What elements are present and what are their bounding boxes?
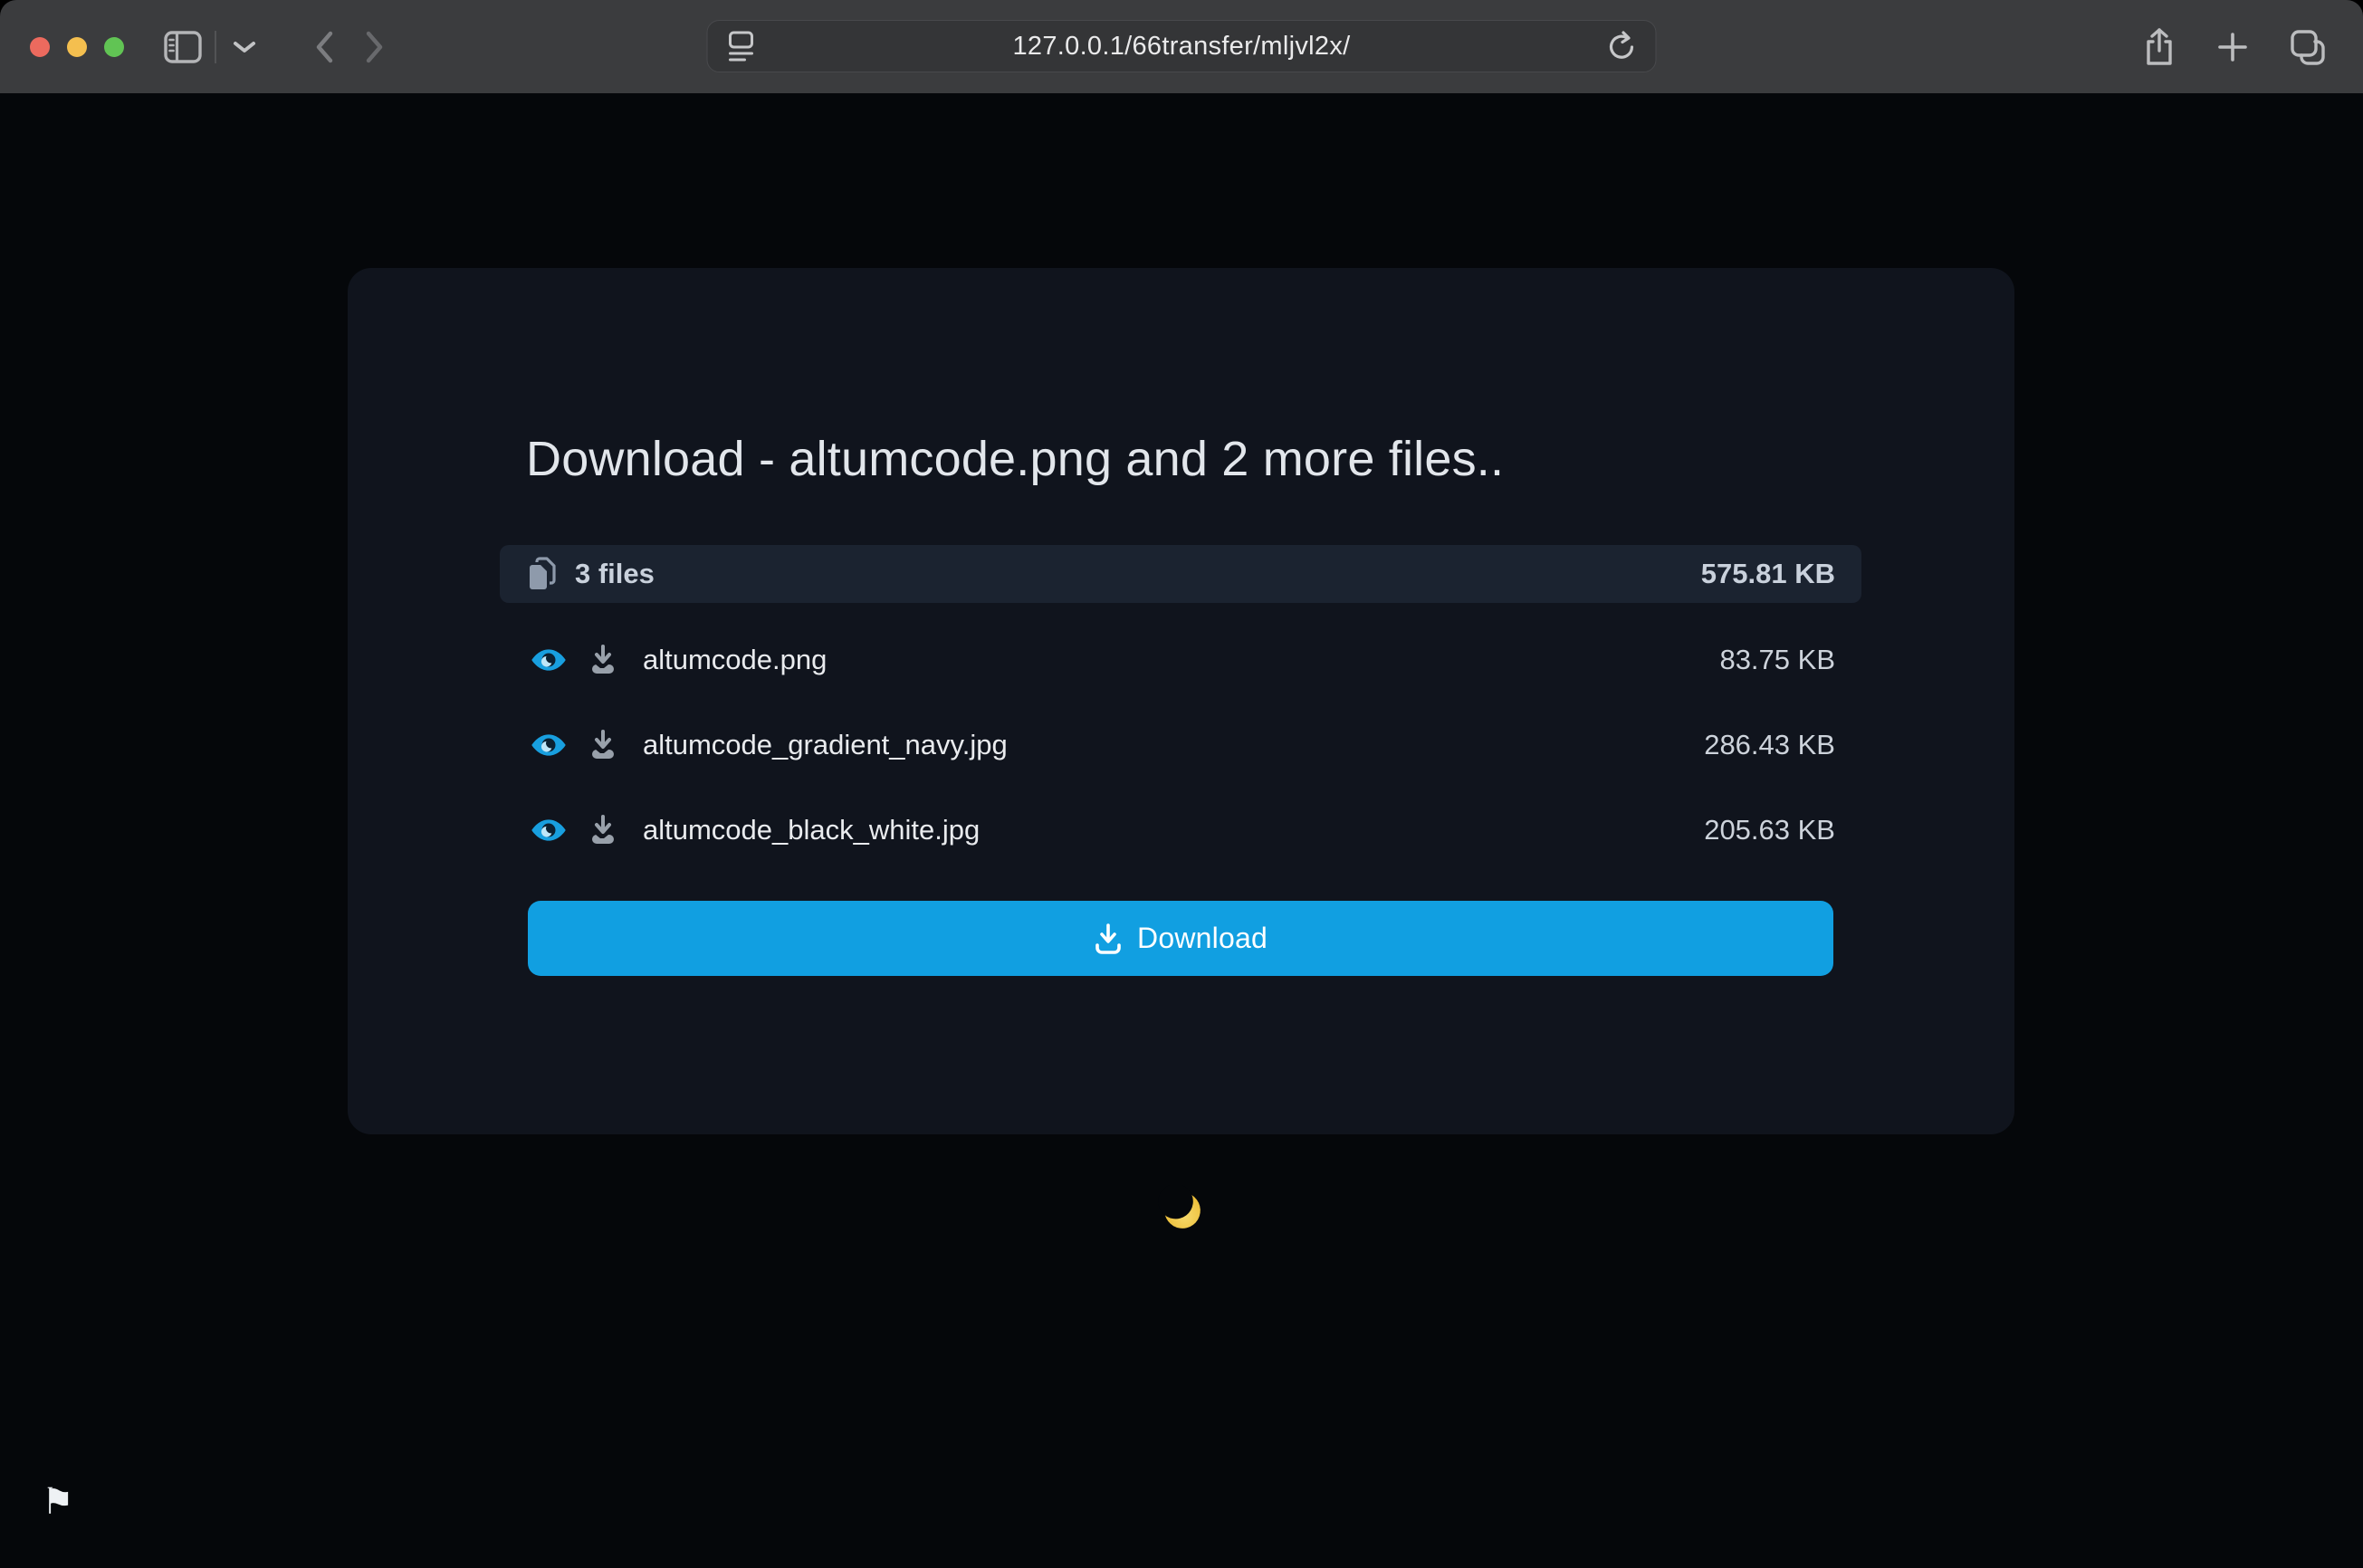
nav-group	[164, 31, 385, 63]
minimize-button[interactable]	[67, 37, 87, 57]
file-name: altumcode_gradient_navy.jpg	[643, 729, 1008, 761]
share-icon[interactable]	[2142, 27, 2176, 67]
tab-overview-icon[interactable]	[2289, 28, 2327, 66]
preview-eye-icon[interactable]	[531, 812, 567, 848]
new-tab-icon[interactable]	[2216, 31, 2249, 63]
download-card: Download - altumcode.png and 2 more file…	[348, 268, 2014, 1134]
flag-icon: ⚑	[42, 1484, 74, 1520]
files-count-label: 3 files	[575, 558, 655, 590]
chevron-down-icon[interactable]	[233, 40, 256, 54]
window-controls	[30, 37, 124, 57]
page-content: Download - altumcode.png and 2 more file…	[0, 93, 2363, 1568]
file-name: altumcode_black_white.jpg	[643, 814, 980, 846]
page-settings-icon[interactable]	[726, 29, 757, 63]
download-icon	[1094, 923, 1123, 954]
file-row: altumcode_black_white.jpg 205.63 KB	[500, 788, 1861, 873]
forward-button[interactable]	[365, 31, 385, 63]
zoom-button[interactable]	[104, 37, 124, 57]
url-text: 127.0.0.1/66transfer/mljvl2x/	[757, 32, 1607, 62]
file-list: altumcode.png 83.75 KB	[500, 617, 1861, 873]
download-button-label: Download	[1137, 922, 1268, 955]
reload-icon[interactable]	[1607, 30, 1638, 62]
toolbar-divider	[215, 31, 216, 63]
browser-toolbar: 127.0.0.1/66transfer/mljvl2x/	[0, 0, 2363, 93]
back-button[interactable]	[314, 31, 334, 63]
close-button[interactable]	[30, 37, 50, 57]
files-copy-icon	[526, 557, 557, 591]
files-total-size: 575.81 KB	[1701, 558, 1835, 590]
file-size: 83.75 KB	[1719, 644, 1835, 676]
download-file-icon[interactable]	[588, 645, 617, 675]
download-file-icon[interactable]	[588, 815, 617, 846]
file-name: altumcode.png	[643, 644, 827, 676]
file-size: 286.43 KB	[1704, 729, 1835, 761]
download-all-button[interactable]: Download	[528, 901, 1833, 976]
page-title: Download - altumcode.png and 2 more file…	[526, 433, 1504, 485]
toolbar-right-icons	[2142, 0, 2327, 93]
preview-eye-icon[interactable]	[531, 642, 567, 678]
download-file-icon[interactable]	[588, 730, 617, 760]
file-row: altumcode.png 83.75 KB	[500, 617, 1861, 703]
sidebar-toggle-icon[interactable]	[164, 31, 202, 63]
browser-window: 127.0.0.1/66transfer/mljvl2x/	[0, 0, 2363, 1568]
theme-toggle-moon-icon[interactable]	[1157, 1185, 1208, 1236]
files-summary-bar: 3 files 575.81 KB	[500, 545, 1861, 603]
preview-eye-icon[interactable]	[531, 727, 567, 763]
address-bar[interactable]: 127.0.0.1/66transfer/mljvl2x/	[707, 20, 1657, 72]
file-size: 205.63 KB	[1704, 814, 1835, 846]
file-row: altumcode_gradient_navy.jpg 286.43 KB	[500, 703, 1861, 788]
